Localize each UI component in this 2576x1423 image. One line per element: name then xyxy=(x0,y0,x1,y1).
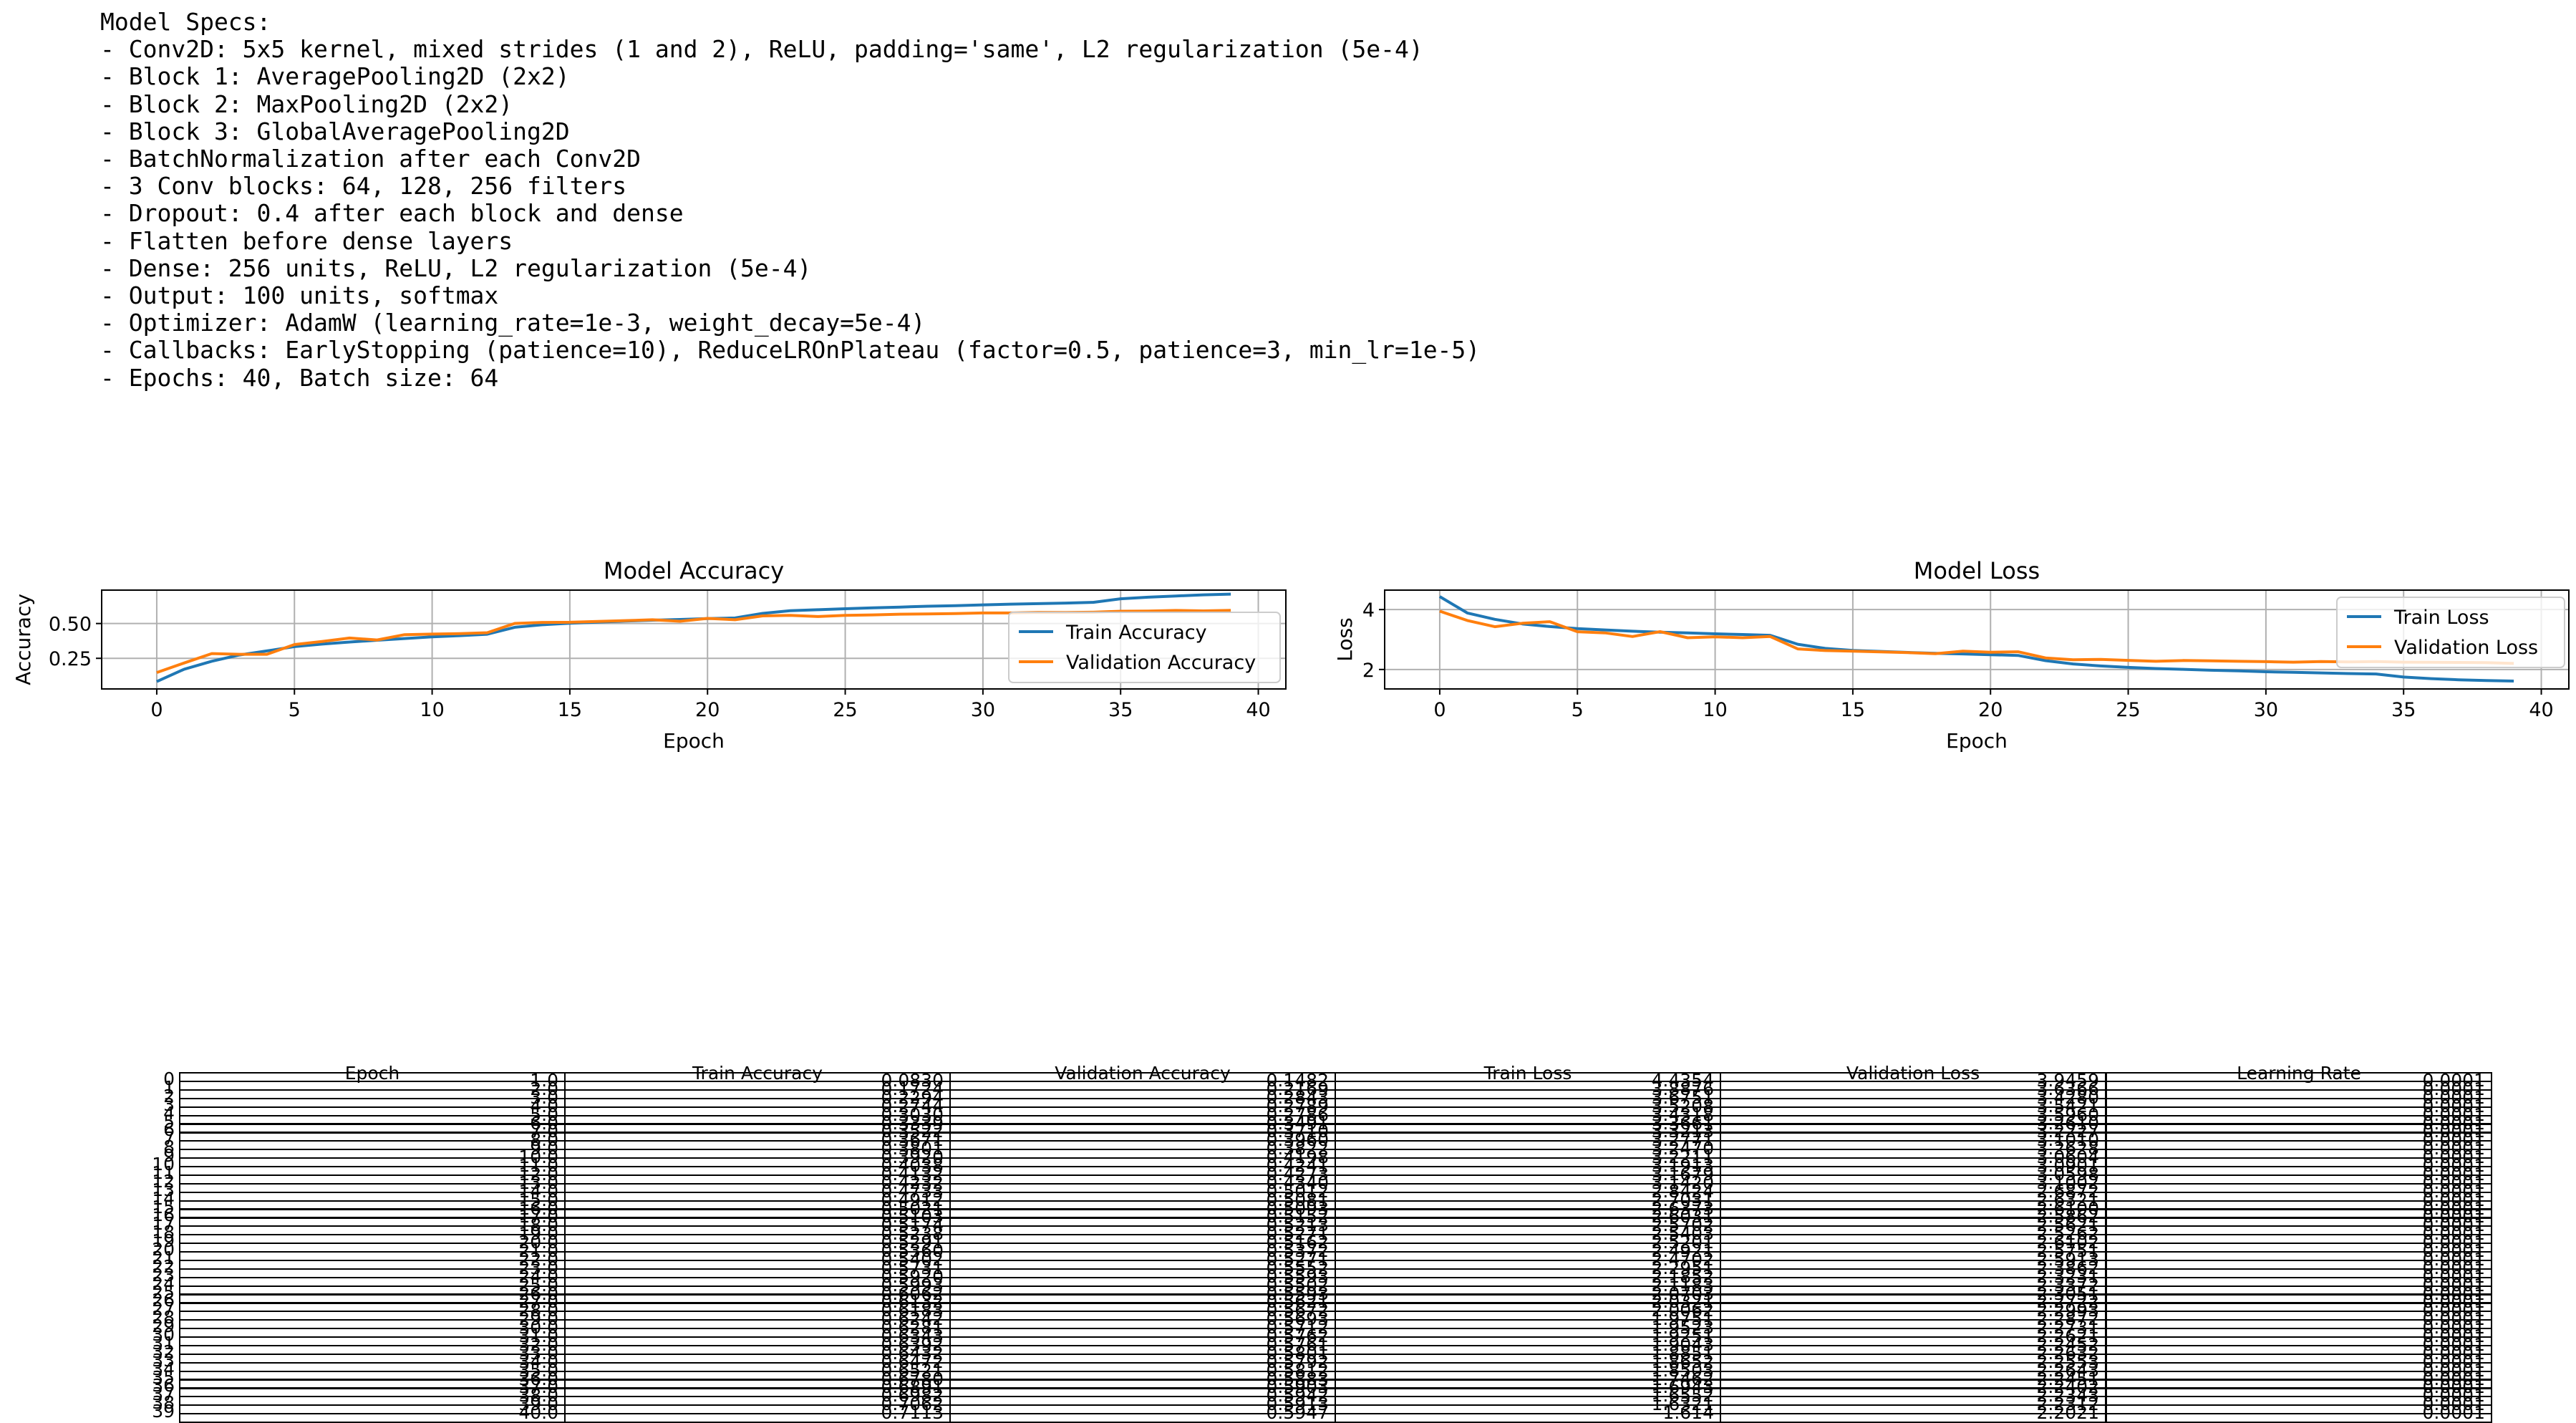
legend-entry: Train Loss xyxy=(2393,607,2489,629)
chart-title: Model Loss xyxy=(1914,557,2040,584)
row-index: 39 xyxy=(152,1401,175,1422)
x-tick-label: 15 xyxy=(1841,699,1865,721)
x-axis-label: Epoch xyxy=(1946,729,2008,753)
cell-value: 0.0001 xyxy=(2422,1402,2485,1423)
table-cell: 40.0 xyxy=(179,1404,566,1423)
table-cell: 0.0001 xyxy=(2106,1404,2492,1423)
table-cell: 1.614 xyxy=(1335,1404,1721,1423)
legend-entry: Validation Accuracy xyxy=(1066,652,1256,674)
y-tick-label: 4 xyxy=(1362,599,1375,622)
x-tick-label: 10 xyxy=(1703,699,1727,721)
table-cell: 0.7113 xyxy=(564,1404,951,1423)
legend: Train Accuracy Validation Accuracy xyxy=(1008,612,1281,683)
x-tick-label: 25 xyxy=(2116,699,2140,721)
table-cell: 2.2021 xyxy=(1720,1404,2106,1423)
y-tick-label: 0.25 xyxy=(49,648,92,670)
cell-value: 0.5947 xyxy=(1266,1402,1329,1423)
y-axis-label: Loss xyxy=(1333,617,1357,661)
x-tick-label: 35 xyxy=(2391,699,2416,721)
chart-title: Model Accuracy xyxy=(604,557,784,584)
legend-entry: Train Accuracy xyxy=(1065,622,1207,644)
x-tick-label: 10 xyxy=(420,699,444,721)
x-tick-label: 35 xyxy=(1108,699,1133,721)
x-tick-label: 25 xyxy=(833,699,857,721)
x-tick-label: 30 xyxy=(971,699,995,721)
y-axis-label: Accuracy xyxy=(11,594,35,685)
x-tick-label: 40 xyxy=(1246,699,1270,721)
table-cell: 0.5947 xyxy=(949,1404,1336,1423)
cell-value: 1.614 xyxy=(1662,1402,1714,1423)
cell-value: 0.7113 xyxy=(881,1402,944,1423)
x-tick-label: 20 xyxy=(695,699,720,721)
x-tick-label: 0 xyxy=(150,699,163,721)
x-tick-label: 0 xyxy=(1433,699,1446,721)
legend: Train Loss Validation Loss xyxy=(2336,597,2565,668)
x-tick-label: 5 xyxy=(289,699,301,721)
x-tick-label: 30 xyxy=(2254,699,2278,721)
cell-value: 40.0 xyxy=(518,1402,558,1423)
cell-value: 2.2021 xyxy=(2036,1402,2099,1423)
accuracy-chart: 0 5 10 15 20 25 30 35 40 0.25 0.50 Model Accuracy Ep… xyxy=(11,557,1287,753)
x-tick-label: 5 xyxy=(1572,699,1584,721)
loss-chart: 0 5 10 15 20 25 30 35 40 2 4 Model Loss Epoch Loss Tra… xyxy=(1333,557,2570,753)
x-tick-label: 15 xyxy=(558,699,582,721)
x-axis-label: Epoch xyxy=(663,729,725,753)
legend-entry: Validation Loss xyxy=(2394,637,2538,659)
x-tick-label: 40 xyxy=(2529,699,2553,721)
y-tick-label: 2 xyxy=(1362,660,1375,682)
x-tick-label: 20 xyxy=(1978,699,2003,721)
y-tick-label: 0.50 xyxy=(49,614,92,636)
